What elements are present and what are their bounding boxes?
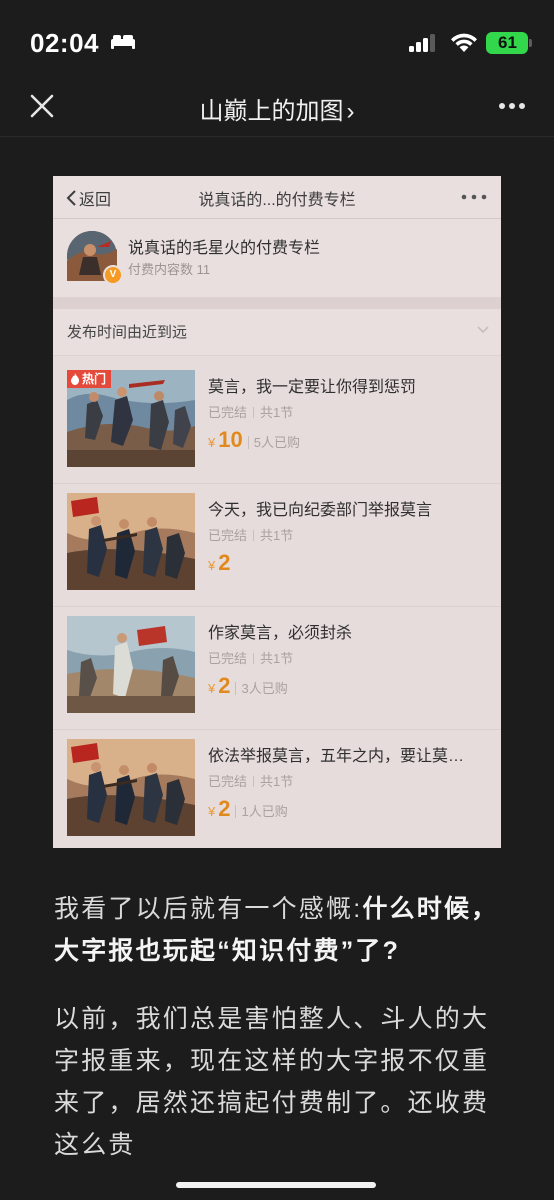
currency-symbol: ¥ bbox=[208, 681, 216, 696]
chevron-right-icon: › bbox=[346, 98, 355, 125]
item-status: 已完结 bbox=[208, 651, 248, 666]
meta-divider bbox=[253, 407, 255, 418]
item-title: 今天，我已向纪委部门举报莫言 bbox=[208, 502, 433, 519]
propaganda-painting-image bbox=[67, 739, 195, 836]
item-price: 2 bbox=[218, 550, 231, 575]
item-meta: 已完结 共1节 bbox=[208, 525, 293, 544]
channel-content-count: 付费内容数 11 bbox=[128, 262, 211, 277]
item-meta: 已完结 共1节 bbox=[208, 402, 293, 421]
item-sections: 共1节 bbox=[260, 528, 294, 543]
item-status: 已完结 bbox=[208, 405, 248, 420]
embedded-nav-title: 说真话的...的付费专栏 bbox=[198, 192, 356, 209]
list-item: 依法举报莫言，五年之内，要让莫… 已完结 共1节 ¥ 2 1人已购 bbox=[53, 729, 501, 848]
paragraph-text: 我看了以后就有一个感慨: bbox=[54, 895, 363, 923]
article-body: 我看了以后就有一个感慨:什么时候，大字报也玩起“知识付费”了? 以前，我们总是害… bbox=[54, 888, 500, 1166]
channel-name: 说真话的毛星火的付费专栏 bbox=[128, 240, 321, 257]
item-buyers: 1人已购 bbox=[235, 805, 288, 818]
item-price-row: ¥ 10 5人已购 bbox=[208, 427, 300, 453]
embedded-channel-header: V 说真话的毛星火的付费专栏 付费内容数 11 bbox=[53, 219, 501, 297]
item-price-row: ¥ 2 bbox=[208, 550, 230, 576]
item-thumbnail: 热门 bbox=[67, 370, 195, 467]
item-thumbnail bbox=[67, 739, 195, 836]
propaganda-painting-image bbox=[67, 616, 195, 713]
wifi-icon bbox=[451, 33, 477, 52]
section-divider bbox=[53, 297, 501, 309]
item-meta: 已完结 共1节 bbox=[208, 771, 293, 790]
meta-divider bbox=[253, 776, 255, 787]
article-paragraph: 以前，我们总是害怕整人、斗人的大字报重来，现在这样的大字报不仅重来了，居然还搞起… bbox=[54, 1005, 490, 1159]
item-sections: 共1节 bbox=[260, 774, 294, 789]
item-thumbnail bbox=[67, 616, 195, 713]
nav-bar: 山巅上的加图 › bbox=[0, 80, 554, 137]
propaganda-painting-image bbox=[67, 493, 195, 590]
meta-divider bbox=[253, 653, 255, 664]
verified-badge: V bbox=[103, 265, 123, 285]
item-status: 已完结 bbox=[208, 528, 248, 543]
battery-indicator: 61 bbox=[486, 31, 532, 55]
item-title: 作家莫言，必须封杀 bbox=[208, 625, 353, 642]
sort-selector: 发布时间由近到远 bbox=[53, 309, 501, 356]
meta-divider bbox=[253, 530, 255, 541]
article-paragraph: 我看了以后就有一个感慨:什么时候，大字报也玩起“知识付费”了? bbox=[54, 888, 500, 972]
sort-label: 发布时间由近到远 bbox=[67, 324, 188, 341]
account-title-link[interactable]: 山巅上的加图 › bbox=[0, 91, 554, 126]
item-price-row: ¥ 2 1人已购 bbox=[208, 796, 288, 822]
item-status: 已完结 bbox=[208, 774, 248, 789]
list-item: 作家莫言，必须封杀 已完结 共1节 ¥ 2 3人已购 bbox=[53, 606, 501, 730]
chevron-down-icon bbox=[477, 326, 489, 334]
embedded-screenshot[interactable]: 返回 说真话的...的付费专栏 V 说真话的毛星火的付费专栏 付费内容数 11 … bbox=[53, 176, 501, 848]
cellular-signal-icon bbox=[409, 34, 435, 52]
item-price: 2 bbox=[218, 796, 231, 821]
hot-badge: 热门 bbox=[67, 370, 112, 388]
item-buyers: 5人已购 bbox=[247, 436, 300, 449]
item-sections: 共1节 bbox=[260, 405, 294, 420]
battery-level: 61 bbox=[486, 32, 528, 54]
embedded-more-icon bbox=[461, 194, 487, 200]
page-title: 山巅上的加图 bbox=[199, 98, 344, 125]
list-item: 今天，我已向纪委部门举报莫言 已完结 共1节 ¥ 2 bbox=[53, 483, 501, 607]
embedded-nav-bar: 返回 说真话的...的付费专栏 bbox=[53, 176, 501, 219]
currency-symbol: ¥ bbox=[208, 558, 216, 573]
item-thumbnail bbox=[67, 493, 195, 590]
list-item: 热门 莫言，我一定要让你得到惩罚 已完结 共1节 ¥ 10 5人已购 bbox=[53, 360, 501, 484]
status-time: 02:04 bbox=[30, 28, 99, 58]
battery-cap bbox=[529, 39, 532, 47]
item-price: 10 bbox=[218, 427, 243, 452]
item-buyers: 3人已购 bbox=[235, 682, 288, 695]
item-price-row: ¥ 2 3人已购 bbox=[208, 673, 288, 699]
item-meta: 已完结 共1节 bbox=[208, 648, 293, 667]
home-indicator[interactable] bbox=[176, 1182, 376, 1188]
flame-icon bbox=[71, 373, 79, 385]
item-sections: 共1节 bbox=[260, 651, 294, 666]
more-dots-icon[interactable] bbox=[498, 102, 526, 110]
item-title: 依法举报莫言，五年之内，要让莫… bbox=[208, 748, 465, 765]
currency-symbol: ¥ bbox=[208, 435, 216, 450]
currency-symbol: ¥ bbox=[208, 804, 216, 819]
sleep-focus-icon bbox=[111, 35, 135, 49]
status-bar: 02:04 61 bbox=[0, 0, 554, 80]
item-price: 2 bbox=[218, 673, 231, 698]
item-title: 莫言，我一定要让你得到惩罚 bbox=[208, 379, 417, 396]
hot-badge-label: 热门 bbox=[82, 372, 107, 386]
